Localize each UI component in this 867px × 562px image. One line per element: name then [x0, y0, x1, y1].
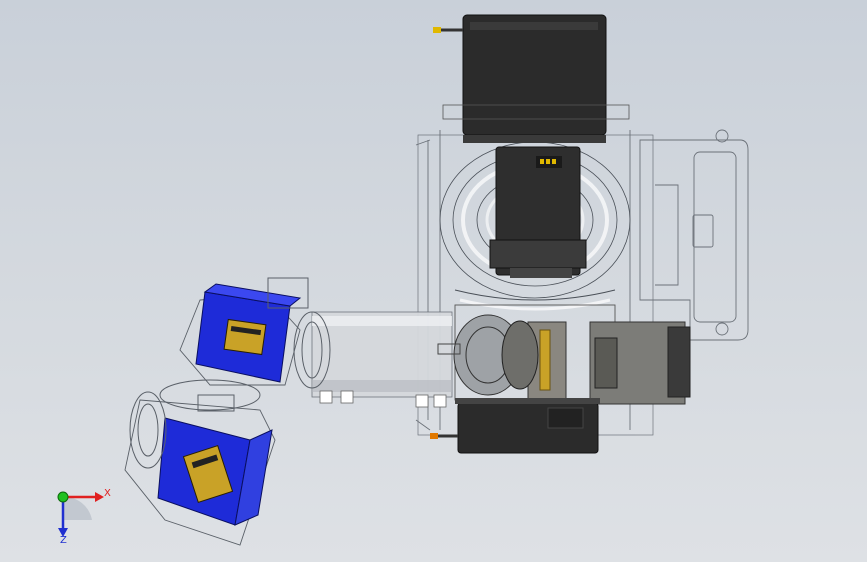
top-servo[interactable] [433, 14, 630, 143]
bottom-servo[interactable] [430, 398, 600, 454]
lower-right-servo-group[interactable] [437, 304, 691, 405]
coordinate-triad: X Z [57, 488, 111, 546]
connector-orange-bottom [430, 433, 438, 439]
x-axis-arrow [95, 492, 104, 502]
arm-tube[interactable] [311, 311, 453, 398]
x-axis-label: X [104, 488, 111, 499]
y-axis-dot [57, 491, 69, 503]
lower-blue-servo[interactable] [124, 379, 276, 546]
servo-label-gold [539, 329, 551, 391]
z-axis-label: Z [60, 535, 67, 546]
cad-viewport[interactable]: X Z [0, 0, 867, 562]
middle-servo[interactable] [489, 146, 587, 278]
connector-gold-top [433, 27, 441, 33]
upper-blue-servo[interactable] [179, 277, 331, 389]
